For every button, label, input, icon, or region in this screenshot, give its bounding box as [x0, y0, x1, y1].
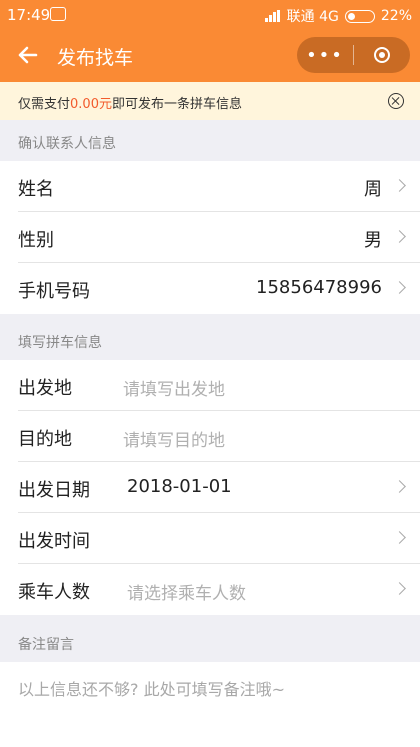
battery-text: 22% [380, 8, 412, 24]
status-time: 17:49 [7, 6, 51, 24]
notification-app-icon [50, 7, 66, 21]
phone-value: 15856478996 [256, 277, 382, 298]
gender-label: 性别 [18, 230, 54, 251]
passengers-select[interactable]: 请选择乘车人数 [127, 579, 246, 604]
phone-row[interactable]: 手机号码 15856478996 [0, 263, 420, 314]
notice-suffix: 即可发布一条拼车信息 [111, 97, 242, 112]
record-icon [374, 47, 390, 63]
departure-row[interactable]: 出发地 请填写出发地 [0, 360, 420, 411]
signal-icon [264, 10, 281, 22]
remarks-textarea[interactable]: 以上信息还不够? 此处可填写备注哦~ [0, 662, 420, 747]
notice-amount: 0.00元 [70, 97, 112, 112]
destination-input[interactable]: 请填写目的地 [123, 426, 225, 451]
date-row[interactable]: 出发日期 2018-01-01 [0, 462, 420, 513]
destination-label: 目的地 [18, 429, 72, 450]
name-label: 姓名 [18, 179, 54, 200]
chevron-right-icon [393, 531, 406, 544]
chevron-right-icon [393, 179, 406, 192]
name-value: 周 [364, 179, 382, 200]
remarks-section-header: 备注留言 [18, 637, 74, 653]
date-value: 2018-01-01 [127, 476, 232, 497]
status-bar: 17:49 联通 4G 22% [0, 0, 420, 30]
page-title: 发布找车 [57, 47, 134, 69]
chevron-right-icon [393, 281, 406, 294]
chevron-right-icon [393, 582, 406, 595]
phone-label: 手机号码 [18, 281, 90, 302]
close-mini-program-button[interactable] [354, 47, 410, 63]
gender-value: 男 [364, 230, 382, 251]
passengers-row[interactable]: 乘车人数 请选择乘车人数 [0, 564, 420, 615]
remarks-placeholder: 以上信息还不够? 此处可填写备注哦~ [18, 680, 285, 699]
trip-section-header: 填写拼车信息 [18, 335, 102, 351]
close-circle-icon[interactable] [388, 93, 404, 109]
passengers-label: 乘车人数 [18, 582, 90, 603]
time-label: 出发时间 [18, 531, 90, 552]
battery-icon [344, 9, 375, 23]
carrier-text: 联通 4G [286, 9, 339, 25]
gender-row[interactable]: 性别 男 [0, 212, 420, 263]
destination-row[interactable]: 目的地 请填写目的地 [0, 411, 420, 462]
chevron-right-icon [393, 230, 406, 243]
departure-label: 出发地 [18, 378, 72, 399]
nav-bar: 发布找车 ••• [0, 30, 420, 82]
date-label: 出发日期 [18, 480, 90, 501]
status-right: 联通 4G 22% [264, 6, 412, 26]
mini-program-capsule: ••• [297, 37, 410, 73]
name-row[interactable]: 姓名 周 [0, 161, 420, 212]
time-row[interactable]: 出发时间 [0, 513, 420, 564]
notice-prefix: 仅需支付 [18, 97, 71, 112]
contact-section-header: 确认联系人信息 [18, 136, 116, 152]
notice-text: 仅需支付0.00元即可发布一条拼车信息 [18, 93, 242, 112]
payment-notice: 仅需支付0.00元即可发布一条拼车信息 [0, 82, 420, 120]
more-icon[interactable]: ••• [297, 45, 353, 66]
departure-input[interactable]: 请填写出发地 [123, 375, 225, 400]
chevron-right-icon [393, 480, 406, 493]
back-arrow-icon[interactable] [14, 41, 42, 69]
